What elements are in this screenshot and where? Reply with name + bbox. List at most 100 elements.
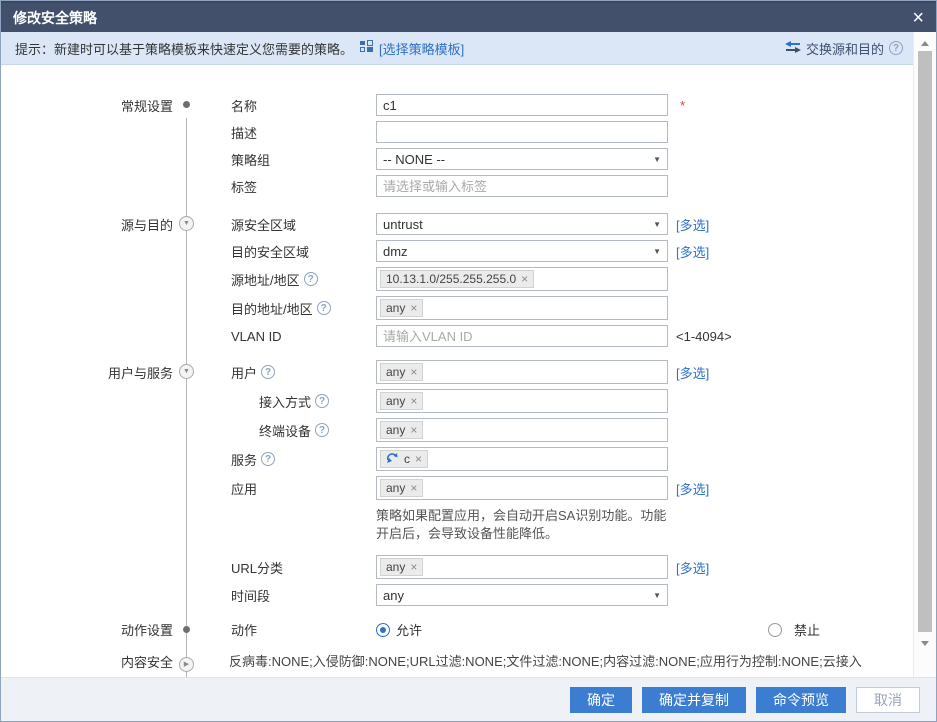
terminal-label: 终端设备? (201, 421, 376, 440)
dst-zone-multi-link[interactable]: [多选] (676, 242, 709, 261)
description-label: 描述 (201, 123, 376, 142)
service-group-icon (386, 452, 399, 467)
src-zone-select[interactable]: untrust ▼ (376, 213, 668, 235)
src-addr-label: 源地址/地区? (201, 270, 376, 289)
tag-chip: any × (380, 421, 423, 439)
user-tagbox[interactable]: any × (376, 360, 668, 384)
action-label: 动作 (201, 620, 376, 639)
collapse-chevron-down-icon[interactable]: ▼ (179, 216, 194, 231)
dst-addr-tagbox[interactable]: any × (376, 296, 668, 320)
src-zone-multi-link[interactable]: [多选] (676, 215, 709, 234)
app-multi-link[interactable]: [多选] (676, 479, 709, 498)
section-action: 动作设置 (1, 620, 201, 639)
user-label: 用户? (201, 363, 376, 382)
tag-chip: 10.13.1.0/255.255.255.0 × (380, 270, 534, 288)
tag-chip: any × (380, 392, 423, 410)
tag-chip: c × (380, 450, 428, 468)
tag-label: 标签 (201, 177, 376, 196)
terminal-tagbox[interactable]: any × (376, 418, 668, 442)
ok-and-copy-button[interactable]: 确定并复制 (642, 687, 746, 713)
access-mode-tagbox[interactable]: any × (376, 389, 668, 413)
name-input[interactable] (376, 94, 668, 116)
section-src-dst[interactable]: 源与目的 ▼ (1, 215, 201, 234)
ok-button[interactable]: 确定 (570, 687, 632, 713)
select-policy-template-link[interactable]: [选择策略模板] (379, 39, 464, 58)
scrollbar-thumb[interactable] (918, 51, 932, 632)
vlan-input[interactable] (376, 325, 668, 347)
src-addr-tagbox[interactable]: 10.13.1.0/255.255.255.0 × (376, 267, 668, 291)
help-icon[interactable]: ? (261, 452, 275, 466)
name-label: 名称 (201, 96, 376, 115)
section-content-security[interactable]: 内容安全 ▶ (1, 648, 201, 671)
collapse-chevron-down-icon[interactable]: ▼ (179, 364, 194, 379)
policy-group-select[interactable]: -- NONE -- ▼ (376, 148, 668, 170)
url-category-multi-link[interactable]: [多选] (676, 558, 709, 577)
cancel-button[interactable]: 取消 (856, 687, 920, 713)
section-user-service[interactable]: 用户与服务 ▼ (1, 363, 201, 382)
tag-chip: any × (380, 363, 423, 381)
chip-remove-icon[interactable]: × (415, 452, 422, 466)
vlan-range-hint: <1-4094> (676, 329, 732, 344)
help-icon[interactable]: ? (317, 301, 331, 315)
scroll-down-icon[interactable] (914, 635, 936, 651)
content-security-summary: 反病毒:NONE;入侵防御:NONE;URL过滤:NONE;文件过滤:NONE;… (229, 648, 874, 677)
swap-label: 交换源和目的 (806, 39, 884, 58)
src-zone-label: 源安全区域 (201, 215, 376, 234)
chip-remove-icon[interactable]: × (410, 560, 417, 574)
user-multi-link[interactable]: [多选] (676, 363, 709, 382)
app-label: 应用 (201, 479, 376, 498)
dst-zone-select[interactable]: dmz ▼ (376, 240, 668, 262)
dialog-titlebar: 修改安全策略 × (1, 1, 936, 32)
chevron-down-icon: ▼ (653, 220, 661, 229)
app-note-text: 策略如果配置应用，会自动开启SA识别功能。功能开启后，会导致设备性能降低。 (376, 507, 676, 543)
action-deny-radio[interactable]: 禁止 (768, 620, 820, 639)
schedule-select[interactable]: any ▼ (376, 584, 668, 606)
hint-text: 提示：新建时可以基于策略模板来快速定义您需要的策略。 (15, 39, 353, 58)
dialog-body: 提示：新建时可以基于策略模板来快速定义您需要的策略。 [选择策略模板] (1, 32, 936, 677)
chip-remove-icon[interactable]: × (410, 481, 417, 495)
modify-security-policy-dialog: 修改安全策略 × 提示：新建时可以基于策略模板来快速定义您需要的策略。 (0, 0, 937, 722)
tag-input[interactable] (376, 175, 668, 197)
dialog-title: 修改安全策略 (13, 8, 97, 28)
swap-arrows-icon (785, 41, 801, 56)
policy-form: 常规设置 名称 * 描述 (1, 65, 913, 677)
hint-bar: 提示：新建时可以基于策略模板来快速定义您需要的策略。 [选择策略模板] (1, 32, 913, 65)
tag-chip: any × (380, 299, 423, 317)
tag-chip: any × (380, 479, 423, 497)
dialog-content: 提示：新建时可以基于策略模板来快速定义您需要的策略。 [选择策略模板] (1, 32, 913, 677)
tag-chip: any × (380, 558, 423, 576)
command-preview-button[interactable]: 命令预览 (756, 687, 846, 713)
section-dot-marker (183, 101, 190, 108)
description-input[interactable] (376, 121, 668, 143)
action-allow-radio[interactable]: 允许 (376, 620, 422, 639)
app-tagbox[interactable]: any × (376, 476, 668, 500)
chip-remove-icon[interactable]: × (410, 301, 417, 315)
chevron-down-icon: ▼ (653, 247, 661, 256)
help-icon[interactable]: ? (889, 41, 903, 55)
section-dot-marker (183, 626, 190, 633)
help-icon[interactable]: ? (261, 365, 275, 379)
policy-group-label: 策略组 (201, 150, 376, 169)
dst-addr-label: 目的地址/地区? (201, 299, 376, 318)
chip-remove-icon[interactable]: × (410, 423, 417, 437)
url-category-label: URL分类 (201, 558, 376, 577)
help-icon[interactable]: ? (315, 423, 329, 437)
chevron-down-icon: ▼ (653, 155, 661, 164)
chip-remove-icon[interactable]: × (521, 272, 528, 286)
vertical-scrollbar[interactable] (913, 32, 936, 677)
url-category-tagbox[interactable]: any × (376, 555, 668, 579)
schedule-label: 时间段 (201, 586, 376, 605)
close-icon[interactable]: × (912, 8, 924, 28)
help-icon[interactable]: ? (315, 394, 329, 408)
scroll-up-icon[interactable] (914, 35, 936, 51)
chip-remove-icon[interactable]: × (410, 394, 417, 408)
template-icon (359, 40, 373, 56)
chevron-down-icon: ▼ (653, 591, 661, 600)
dialog-footer: 确定 确定并复制 命令预览 取消 (1, 677, 936, 721)
chip-remove-icon[interactable]: × (410, 365, 417, 379)
collapse-chevron-right-icon[interactable]: ▶ (179, 657, 194, 672)
service-tagbox[interactable]: c × (376, 447, 668, 471)
swap-src-dst-control[interactable]: 交换源和目的 ? (785, 39, 903, 58)
help-icon[interactable]: ? (304, 272, 318, 286)
required-asterisk: * (680, 98, 685, 113)
